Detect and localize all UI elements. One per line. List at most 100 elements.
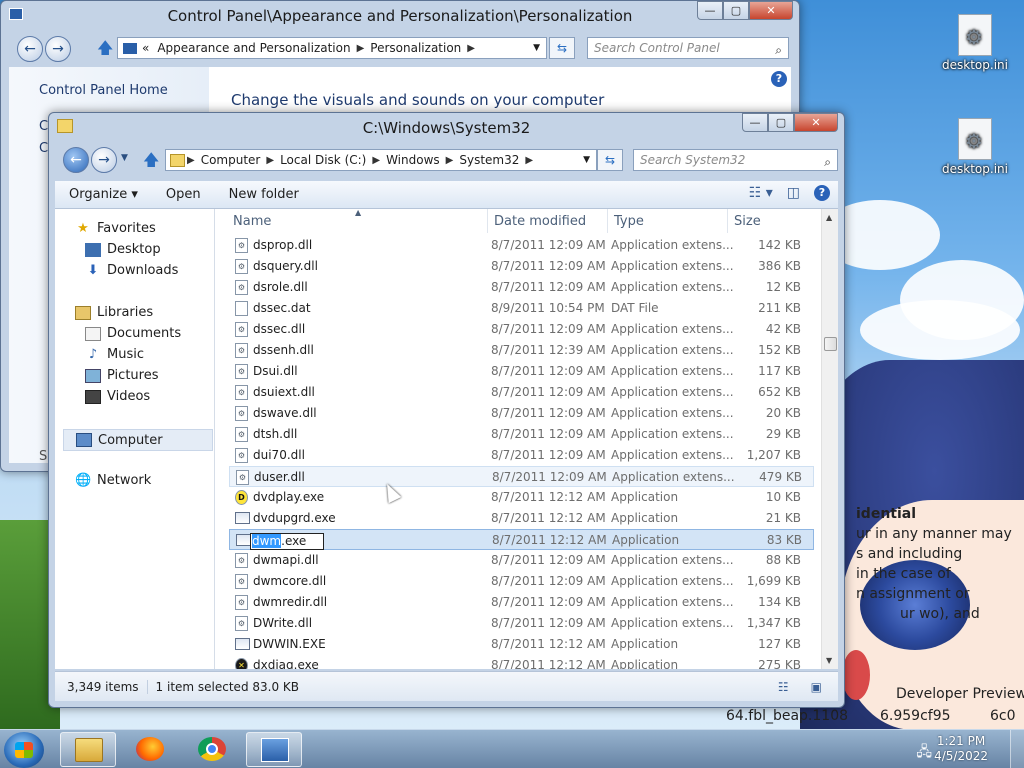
nav-music[interactable]: ♪ Music — [85, 347, 144, 362]
breadcrumb-overflow[interactable]: « — [138, 41, 153, 55]
breadcrumb-computer[interactable]: Computer — [197, 153, 265, 167]
explorer-address-bar[interactable]: ▶ Computer ▶ Local Disk (C:) ▶ Windows ▶… — [165, 149, 597, 171]
table-row[interactable]: dssec.dat 8/9/2011 10:54 PM DAT File 211 KB — [229, 298, 814, 319]
start-button[interactable] — [4, 732, 44, 768]
table-row[interactable]: ⚙ dsrole.dll 8/7/2011 12:09 AM Application … — [229, 277, 814, 298]
nav-videos[interactable]: Videos — [85, 389, 150, 404]
breadcrumb-chevron-icon[interactable]: ▶ — [264, 155, 276, 166]
vertical-scrollbar[interactable]: ▲ ▼ — [821, 209, 838, 669]
table-row[interactable]: ⚙ duser.dll 8/7/2011 12:09 AM Application e… — [229, 466, 814, 487]
column-size[interactable]: Size — [734, 214, 761, 229]
desktop-icon-desktop-ini[interactable]: ⚙ desktop.ini — [940, 118, 1010, 176]
nav-favorites[interactable]: ★ Favorites — [75, 221, 156, 236]
table-row[interactable]: ⚙ dsprop.dll 8/7/2011 12:09 AM Application … — [229, 235, 814, 256]
breadcrumb-personalization[interactable]: Personalization — [366, 41, 465, 55]
clock[interactable]: 1:21 PM 4/5/2022 — [934, 734, 988, 764]
recent-pages-dropdown-icon[interactable]: ▼ — [121, 153, 128, 163]
column-divider[interactable] — [727, 209, 728, 233]
table-row[interactable]: ⚙ dswave.dll 8/7/2011 12:09 AM Application … — [229, 403, 814, 424]
nav-downloads[interactable]: ⬇ Downloads — [85, 263, 179, 278]
forward-button[interactable]: → — [45, 36, 71, 62]
scroll-up-icon[interactable]: ▲ — [826, 213, 832, 222]
column-type[interactable]: Type — [614, 214, 644, 229]
refresh-button[interactable]: ⇆ — [597, 149, 623, 171]
refresh-button[interactable]: ⇆ — [549, 37, 575, 59]
taskbar-firefox-button[interactable] — [122, 732, 178, 767]
open-button[interactable]: Open — [152, 187, 215, 202]
nav-documents[interactable]: Documents — [85, 326, 181, 341]
scroll-down-icon[interactable]: ▼ — [826, 656, 832, 665]
control-panel-task-link[interactable]: C — [39, 141, 48, 156]
control-panel-titlebar[interactable]: Control Panel\Appearance and Personaliza… — [1, 1, 799, 31]
details-view-icon[interactable]: ☷ — [770, 680, 797, 694]
desktop-icon-desktop-ini[interactable]: ⚙ desktop.ini — [940, 14, 1010, 72]
table-row[interactable]: DWWIN.EXE 8/7/2011 12:12 AM Application 127… — [229, 634, 814, 655]
nav-computer[interactable]: Computer — [63, 429, 213, 451]
scrollbar-thumb[interactable] — [824, 337, 837, 351]
forward-button[interactable]: → — [91, 147, 117, 173]
search-input[interactable]: Search Control Panel ⌕ — [587, 37, 789, 59]
up-arrow-icon[interactable]: 🡅 — [143, 149, 159, 176]
table-row[interactable]: ⚙ dtsh.dll 8/7/2011 12:09 AM Application ex… — [229, 424, 814, 445]
explorer-titlebar[interactable]: C:\Windows\System32 — ▢ ✕ — [49, 113, 844, 143]
large-icons-view-icon[interactable]: ▣ — [803, 680, 830, 694]
network-tray-icon[interactable]: 🖧 — [916, 741, 932, 765]
breadcrumb-chevron-icon[interactable]: ▶ — [185, 155, 197, 166]
change-view-icon[interactable]: ☷ ▾ — [749, 185, 773, 201]
table-row[interactable]: ✕ dxdiag.exe 8/7/2011 12:12 AM Application 2… — [229, 655, 814, 669]
table-row[interactable]: ⚙ DWrite.dll 8/7/2011 12:09 AM Application … — [229, 613, 814, 634]
nav-pictures[interactable]: Pictures — [85, 368, 158, 383]
maximize-button[interactable]: ▢ — [768, 113, 794, 132]
breadcrumb-local-disk[interactable]: Local Disk (C:) — [276, 153, 370, 167]
nav-desktop[interactable]: Desktop — [85, 242, 161, 257]
table-row[interactable]: ⚙ dssenh.dll 8/7/2011 12:39 AM Application … — [229, 340, 814, 361]
back-button[interactable]: ← — [17, 36, 43, 62]
breadcrumb-windows[interactable]: Windows — [382, 153, 444, 167]
table-row[interactable]: ⚙ dwmredir.dll 8/7/2011 12:09 AM Applicatio… — [229, 592, 814, 613]
table-row[interactable]: ⚙ dui70.dll 8/7/2011 12:09 AM Application e… — [229, 445, 814, 466]
up-arrow-icon[interactable]: 🡅 — [97, 37, 113, 64]
search-input[interactable]: Search System32 ⌕ — [633, 149, 838, 171]
address-dropdown-icon[interactable]: ▼ — [533, 43, 546, 53]
control-panel-home-link[interactable]: Control Panel Home — [39, 83, 168, 98]
table-row[interactable]: dwm.exe 8/7/2011 12:12 AM Application 83 KB — [229, 529, 814, 550]
rename-input[interactable]: dwm.exe — [250, 533, 324, 550]
back-button[interactable]: ← — [63, 147, 89, 173]
control-panel-task-link[interactable]: C — [39, 119, 48, 134]
breadcrumb-appearance[interactable]: Appearance and Personalization — [153, 41, 354, 55]
breadcrumb-chevron-icon[interactable]: ▶ — [444, 155, 456, 166]
table-row[interactable]: ⚙ dwmcore.dll 8/7/2011 12:09 AM Application… — [229, 571, 814, 592]
table-row[interactable]: dvdupgrd.exe 8/7/2011 12:12 AM Application… — [229, 508, 814, 529]
taskbar-explorer-button[interactable] — [60, 732, 116, 767]
breadcrumb-chevron-icon[interactable]: ▶ — [465, 43, 477, 54]
table-row[interactable]: ⚙ Dsui.dll 8/7/2011 12:09 AM Application ex… — [229, 361, 814, 382]
preview-pane-icon[interactable]: ◫ — [787, 185, 800, 201]
help-icon[interactable]: ? — [814, 185, 830, 201]
minimize-button[interactable]: — — [742, 113, 768, 132]
breadcrumb-system32[interactable]: System32 — [455, 153, 523, 167]
help-icon[interactable]: ? — [771, 71, 787, 87]
maximize-button[interactable]: ▢ — [723, 1, 749, 20]
column-date-modified[interactable]: Date modified — [494, 214, 586, 229]
column-divider[interactable] — [487, 209, 488, 233]
taskbar-chrome-button[interactable] — [184, 732, 240, 767]
table-row[interactable]: ⚙ dssec.dll 8/7/2011 12:09 AM Application e… — [229, 319, 814, 340]
nav-network[interactable]: 🌐 Network — [75, 473, 151, 488]
breadcrumb-chevron-icon[interactable]: ▶ — [370, 155, 382, 166]
new-folder-button[interactable]: New folder — [215, 187, 313, 202]
table-row[interactable]: Ddvdplay.exe 8/7/2011 12:12 AM Application… — [229, 487, 814, 508]
address-dropdown-icon[interactable]: ▼ — [583, 155, 596, 165]
column-name[interactable]: Name — [233, 214, 271, 229]
show-desktop-button[interactable] — [1010, 730, 1024, 768]
table-row[interactable]: ⚙ dsuiext.dll 8/7/2011 12:09 AM Application… — [229, 382, 814, 403]
close-button[interactable]: ✕ — [749, 1, 793, 20]
table-row[interactable]: ⚙ dwmapi.dll 8/7/2011 12:09 AM Application … — [229, 550, 814, 571]
breadcrumb-chevron-icon[interactable]: ▶ — [355, 43, 367, 54]
control-panel-address-bar[interactable]: « Appearance and Personalization ▶ Perso… — [117, 37, 547, 59]
organize-button[interactable]: Organize ▾ — [55, 187, 152, 202]
close-button[interactable]: ✕ — [794, 113, 838, 132]
column-divider[interactable] — [607, 209, 608, 233]
taskbar-control-panel-button[interactable] — [246, 732, 302, 767]
table-row[interactable]: ⚙ dsquery.dll 8/7/2011 12:09 AM Application… — [229, 256, 814, 277]
minimize-button[interactable]: — — [697, 1, 723, 20]
